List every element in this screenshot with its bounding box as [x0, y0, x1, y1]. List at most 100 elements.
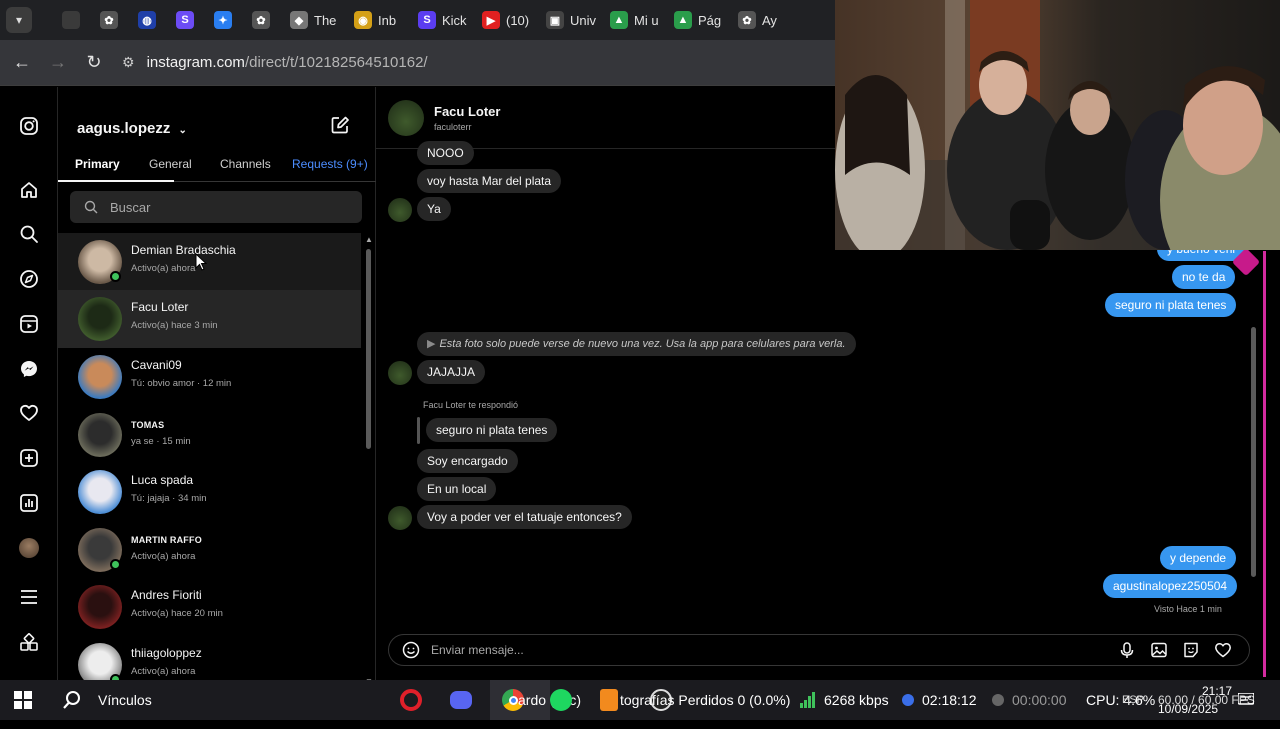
tab-favicon-icon: ✿ [252, 11, 270, 29]
tab-channels[interactable]: Channels [220, 157, 271, 171]
conversation-row[interactable]: Cavani09 Tú: obvio amor · 12 min [58, 348, 361, 406]
browser-tab[interactable]: S Kick [418, 5, 472, 35]
search-placeholder: Buscar [110, 199, 151, 215]
message-outgoing[interactable]: y depende [1160, 546, 1237, 570]
back-icon[interactable]: ← [4, 52, 40, 73]
account-switcher[interactable]: aagus.lopezz ⌄ [77, 120, 187, 137]
conversation-list-scrollbar[interactable]: ▲ ▼ [363, 235, 373, 686]
windows-taskbar: Vínculos ardo (sec) tografías Perdidos 0… [0, 680, 1280, 720]
conversation-row[interactable]: TOMAS ya se · 15 min [58, 406, 361, 464]
search-icon[interactable] [18, 223, 40, 245]
stream-time: 02:18:12 [922, 692, 977, 708]
image-upload-icon[interactable] [1149, 640, 1169, 660]
messenger-icon[interactable] [18, 358, 40, 380]
conversation-row[interactable]: Demian Bradaschia Activo(a) ahora [58, 233, 361, 291]
clock-date[interactable]: 10/09/2025 [1158, 689, 1218, 729]
message-outgoing[interactable]: agustinalopez250504 [1103, 574, 1238, 598]
emoji-icon[interactable] [401, 640, 421, 660]
conversation-name: thiiagoloppez [131, 646, 202, 660]
conversation-name: Demian Bradaschia [131, 243, 236, 257]
browser-tab[interactable]: ◉ Inb [354, 5, 408, 35]
browser-tab[interactable]: ◍ [138, 5, 166, 35]
fl-studio-icon[interactable] [600, 680, 618, 720]
chat-avatar[interactable] [388, 100, 424, 136]
chat-scrollbar[interactable] [1250, 247, 1258, 617]
create-icon[interactable] [18, 447, 40, 469]
browser-tab[interactable]: ◆ The [290, 5, 344, 35]
language-indicator[interactable]: ESP [1122, 680, 1144, 720]
instagram-logo-icon[interactable] [18, 115, 40, 137]
account-username: aagus.lopezz [77, 120, 171, 137]
opera-icon[interactable] [400, 680, 422, 720]
message-incoming[interactable]: JAJAJJA [417, 360, 486, 384]
message-input[interactable] [431, 643, 1071, 657]
scroll-up-icon[interactable]: ▲ [365, 235, 373, 244]
sticker-icon[interactable] [1181, 640, 1201, 660]
message-outgoing[interactable]: seguro ni plata tenes [1105, 293, 1237, 317]
site-info-icon[interactable]: ⚙ [122, 54, 135, 71]
chat-scrollbar-thumb[interactable] [1251, 327, 1256, 577]
message-incoming[interactable]: NOOO [417, 141, 474, 165]
message-incoming[interactable]: Soy encargado [417, 449, 518, 473]
conversation-name: Andres Fioriti [131, 588, 202, 602]
conversation-preview: Tú: jajaja · 34 min [131, 493, 207, 504]
conversation-row[interactable]: Luca spada Tú: jajaja · 34 min [58, 463, 361, 521]
browser-tab[interactable]: ✿ [252, 5, 280, 35]
more-apps-icon[interactable] [18, 632, 40, 654]
conversation-row[interactable]: Facu Loter Activo(a) hace 3 min [58, 290, 361, 348]
search-input[interactable]: Buscar [70, 191, 362, 223]
microphone-icon[interactable] [1117, 640, 1137, 660]
conversation-row[interactable]: Andres Fioriti Activo(a) hace 20 min [58, 578, 361, 636]
tab-favicon-icon: ▲ [610, 11, 628, 29]
view-once-photo-notice[interactable]: ▶ Esta foto solo puede verse de nuevo una… [417, 332, 856, 356]
record-time: 00:00:00 [1012, 692, 1067, 708]
tab-favicon-icon: ◆ [290, 11, 308, 29]
message-incoming[interactable]: En un local [417, 477, 497, 501]
home-icon[interactable] [18, 179, 40, 201]
conversation-name: TOMAS [131, 420, 165, 430]
browser-tab[interactable]: ▣ Univ [546, 5, 600, 35]
conversation-row[interactable]: MARTIN RAFFO Activo(a) ahora [58, 521, 361, 579]
explore-icon[interactable] [18, 268, 40, 290]
side-accent-bar [1263, 251, 1266, 677]
message-outgoing[interactable]: no te da [1172, 265, 1236, 289]
message-incoming[interactable]: voy hasta Mar del plata [417, 169, 562, 193]
conversation-list-panel: aagus.lopezz ⌄ Primary General Channels … [58, 87, 376, 687]
spotify-icon[interactable] [550, 680, 572, 720]
new-message-icon[interactable] [330, 115, 350, 140]
notifications-icon[interactable] [1238, 680, 1254, 720]
message-incoming[interactable]: Voy a poder ver el tatuaje entonces? [417, 505, 632, 529]
menu-icon[interactable] [18, 586, 40, 608]
discord-icon[interactable] [450, 680, 472, 720]
like-heart-icon[interactable] [1213, 640, 1233, 660]
reload-icon[interactable]: ↻ [76, 52, 112, 73]
taskbar-search-icon[interactable] [62, 680, 82, 720]
message-incoming[interactable]: Ya [417, 197, 451, 221]
tab-primary[interactable]: Primary [75, 157, 120, 171]
browser-tab[interactable]: ▶ (10) [482, 5, 536, 35]
address-bar[interactable]: ⚙ instagram.com/direct/t/102182564510162… [122, 54, 428, 71]
browser-tab[interactable]: S [176, 5, 204, 35]
notifications-heart-icon[interactable] [18, 402, 40, 424]
browser-tab[interactable]: ✦ [214, 5, 242, 35]
reels-icon[interactable] [18, 313, 40, 335]
browser-tab[interactable]: ✿ Ay [738, 5, 792, 35]
taskbar-search-label[interactable]: Vínculos [98, 680, 152, 720]
browser-tab[interactable] [62, 5, 90, 35]
tab-requests[interactable]: Requests (9+) [292, 157, 368, 171]
sender-avatar [388, 198, 412, 222]
quoted-message[interactable]: seguro ni plata tenes [426, 418, 558, 442]
windows-start-icon[interactable] [14, 680, 32, 720]
profile-avatar-icon[interactable] [18, 537, 40, 559]
browser-tab[interactable]: ▲ Mi u [610, 5, 664, 35]
browser-tab[interactable]: ✿ [100, 5, 128, 35]
tab-general[interactable]: General [149, 157, 192, 171]
forward-icon[interactable]: → [40, 52, 76, 73]
chat-contact-name[interactable]: Facu Loter [434, 104, 500, 119]
message-composer[interactable] [388, 634, 1250, 666]
photo-note-text: Esta foto solo puede verse de nuevo una … [439, 338, 846, 350]
dashboard-icon[interactable] [18, 492, 40, 514]
tab-search-dropdown[interactable]: ▾ [6, 7, 32, 33]
scrollbar-thumb[interactable] [366, 249, 371, 449]
browser-tab[interactable]: ▲ Pág [674, 5, 728, 35]
